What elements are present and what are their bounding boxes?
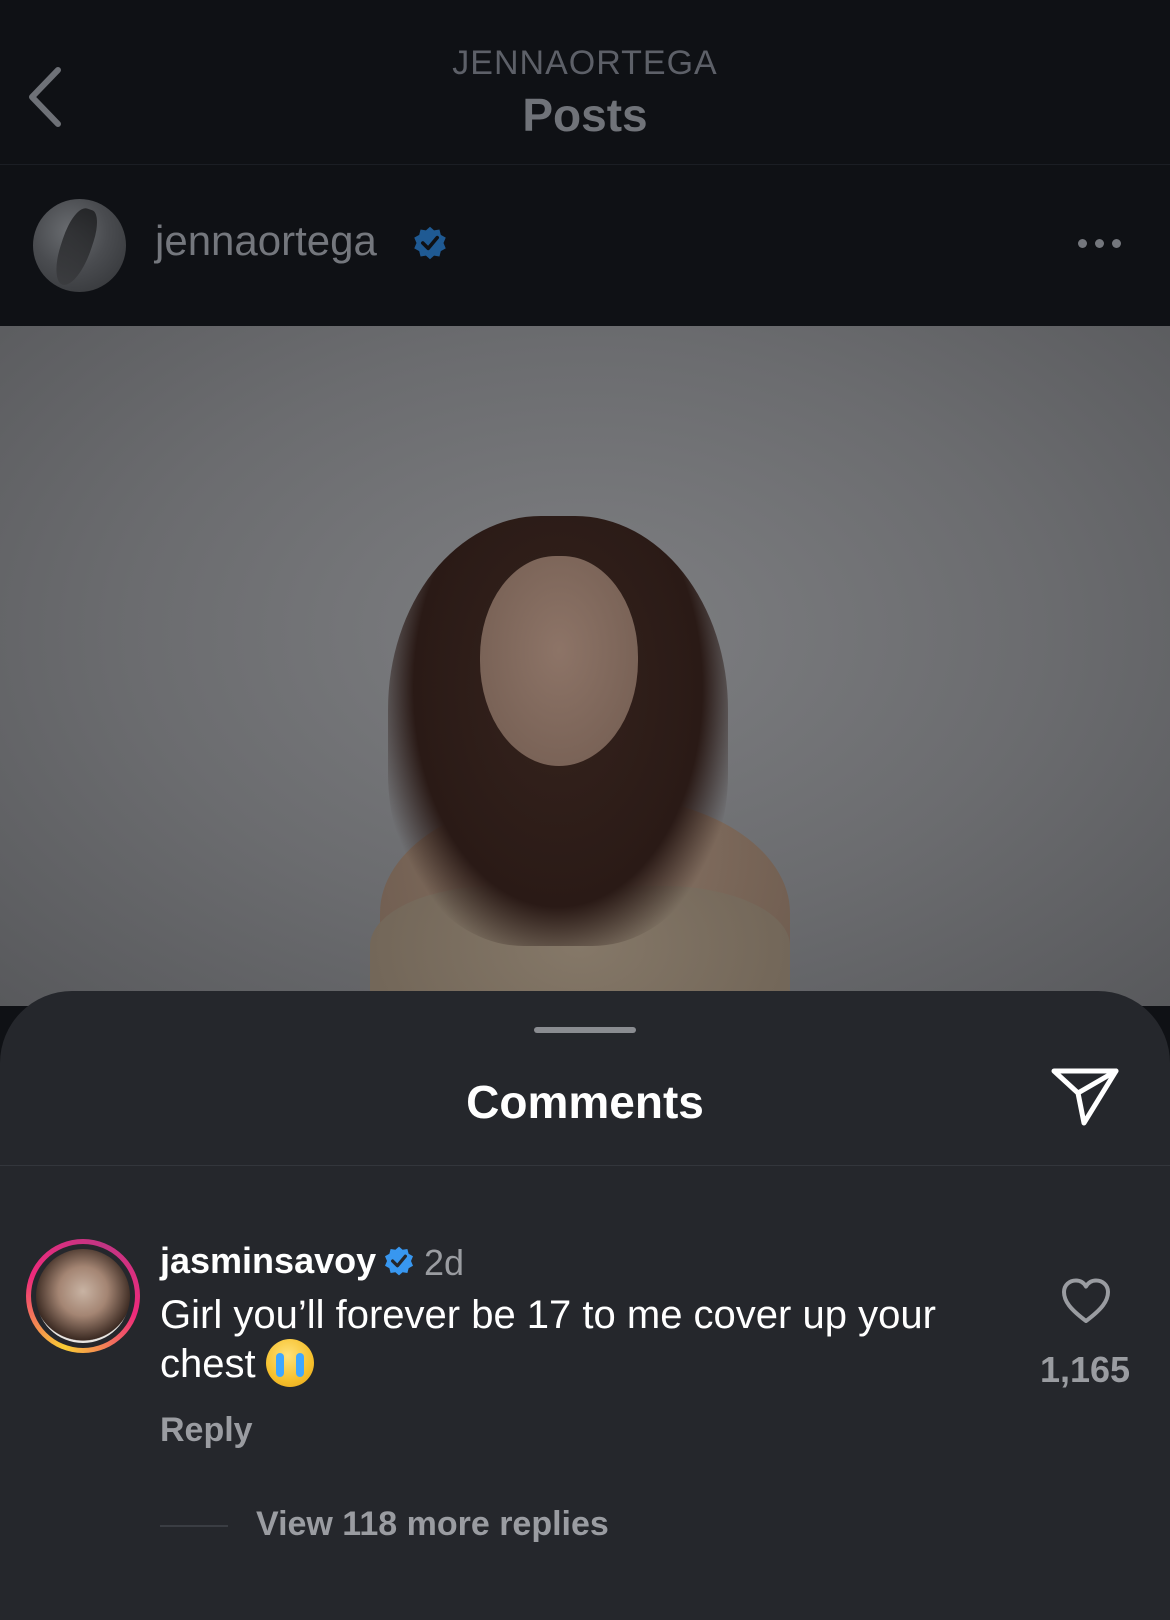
commenter-avatar[interactable] — [26, 1239, 140, 1353]
post-header: jennaortega — [0, 165, 1170, 325]
comment-text-block: Girl you’ll forever be 17 to me cover up… — [160, 1291, 1010, 1388]
avatar-smoke-graphic — [49, 204, 103, 290]
more-options-button[interactable] — [1078, 235, 1130, 251]
comments-sheet: Comments jasminsavoy 2d Girl you’ll fore… — [0, 991, 1170, 1620]
post-author-username[interactable]: jennaortega — [155, 217, 377, 265]
heart-icon[interactable] — [1060, 1277, 1112, 1325]
avatar-ring-gap — [31, 1244, 135, 1348]
more-horizontal-icon-dot — [1078, 239, 1087, 248]
comment-username[interactable]: jasminsavoy — [160, 1240, 376, 1282]
post-author-avatar[interactable] — [33, 199, 126, 292]
top-navigation-bar: JENNAORTEGA Posts — [0, 0, 1170, 165]
comments-title: Comments — [466, 1076, 704, 1128]
replies-line — [160, 1525, 228, 1527]
view-more-replies-button[interactable]: View 118 more replies — [256, 1505, 609, 1544]
comment-timestamp: 2d — [424, 1242, 465, 1283]
more-horizontal-icon-dot — [1112, 239, 1121, 248]
verified-badge-icon — [414, 226, 446, 260]
sheet-grabber-handle[interactable] — [534, 1027, 636, 1033]
photo-figure-face — [480, 556, 638, 766]
post-image[interactable] — [0, 326, 1170, 1006]
page-title: Posts — [522, 89, 648, 141]
header-account-name: JENNAORTEGA — [452, 44, 718, 82]
paper-plane-icon[interactable] — [1050, 1065, 1120, 1129]
crying-emoji-icon — [265, 1339, 314, 1387]
reply-button[interactable]: Reply — [160, 1411, 253, 1450]
verified-badge-icon — [385, 1246, 413, 1276]
divider — [0, 1165, 1170, 1166]
avatar-photo — [36, 1249, 130, 1343]
like-count: 1,165 — [1039, 1349, 1131, 1390]
more-horizontal-icon-dot — [1095, 239, 1104, 248]
